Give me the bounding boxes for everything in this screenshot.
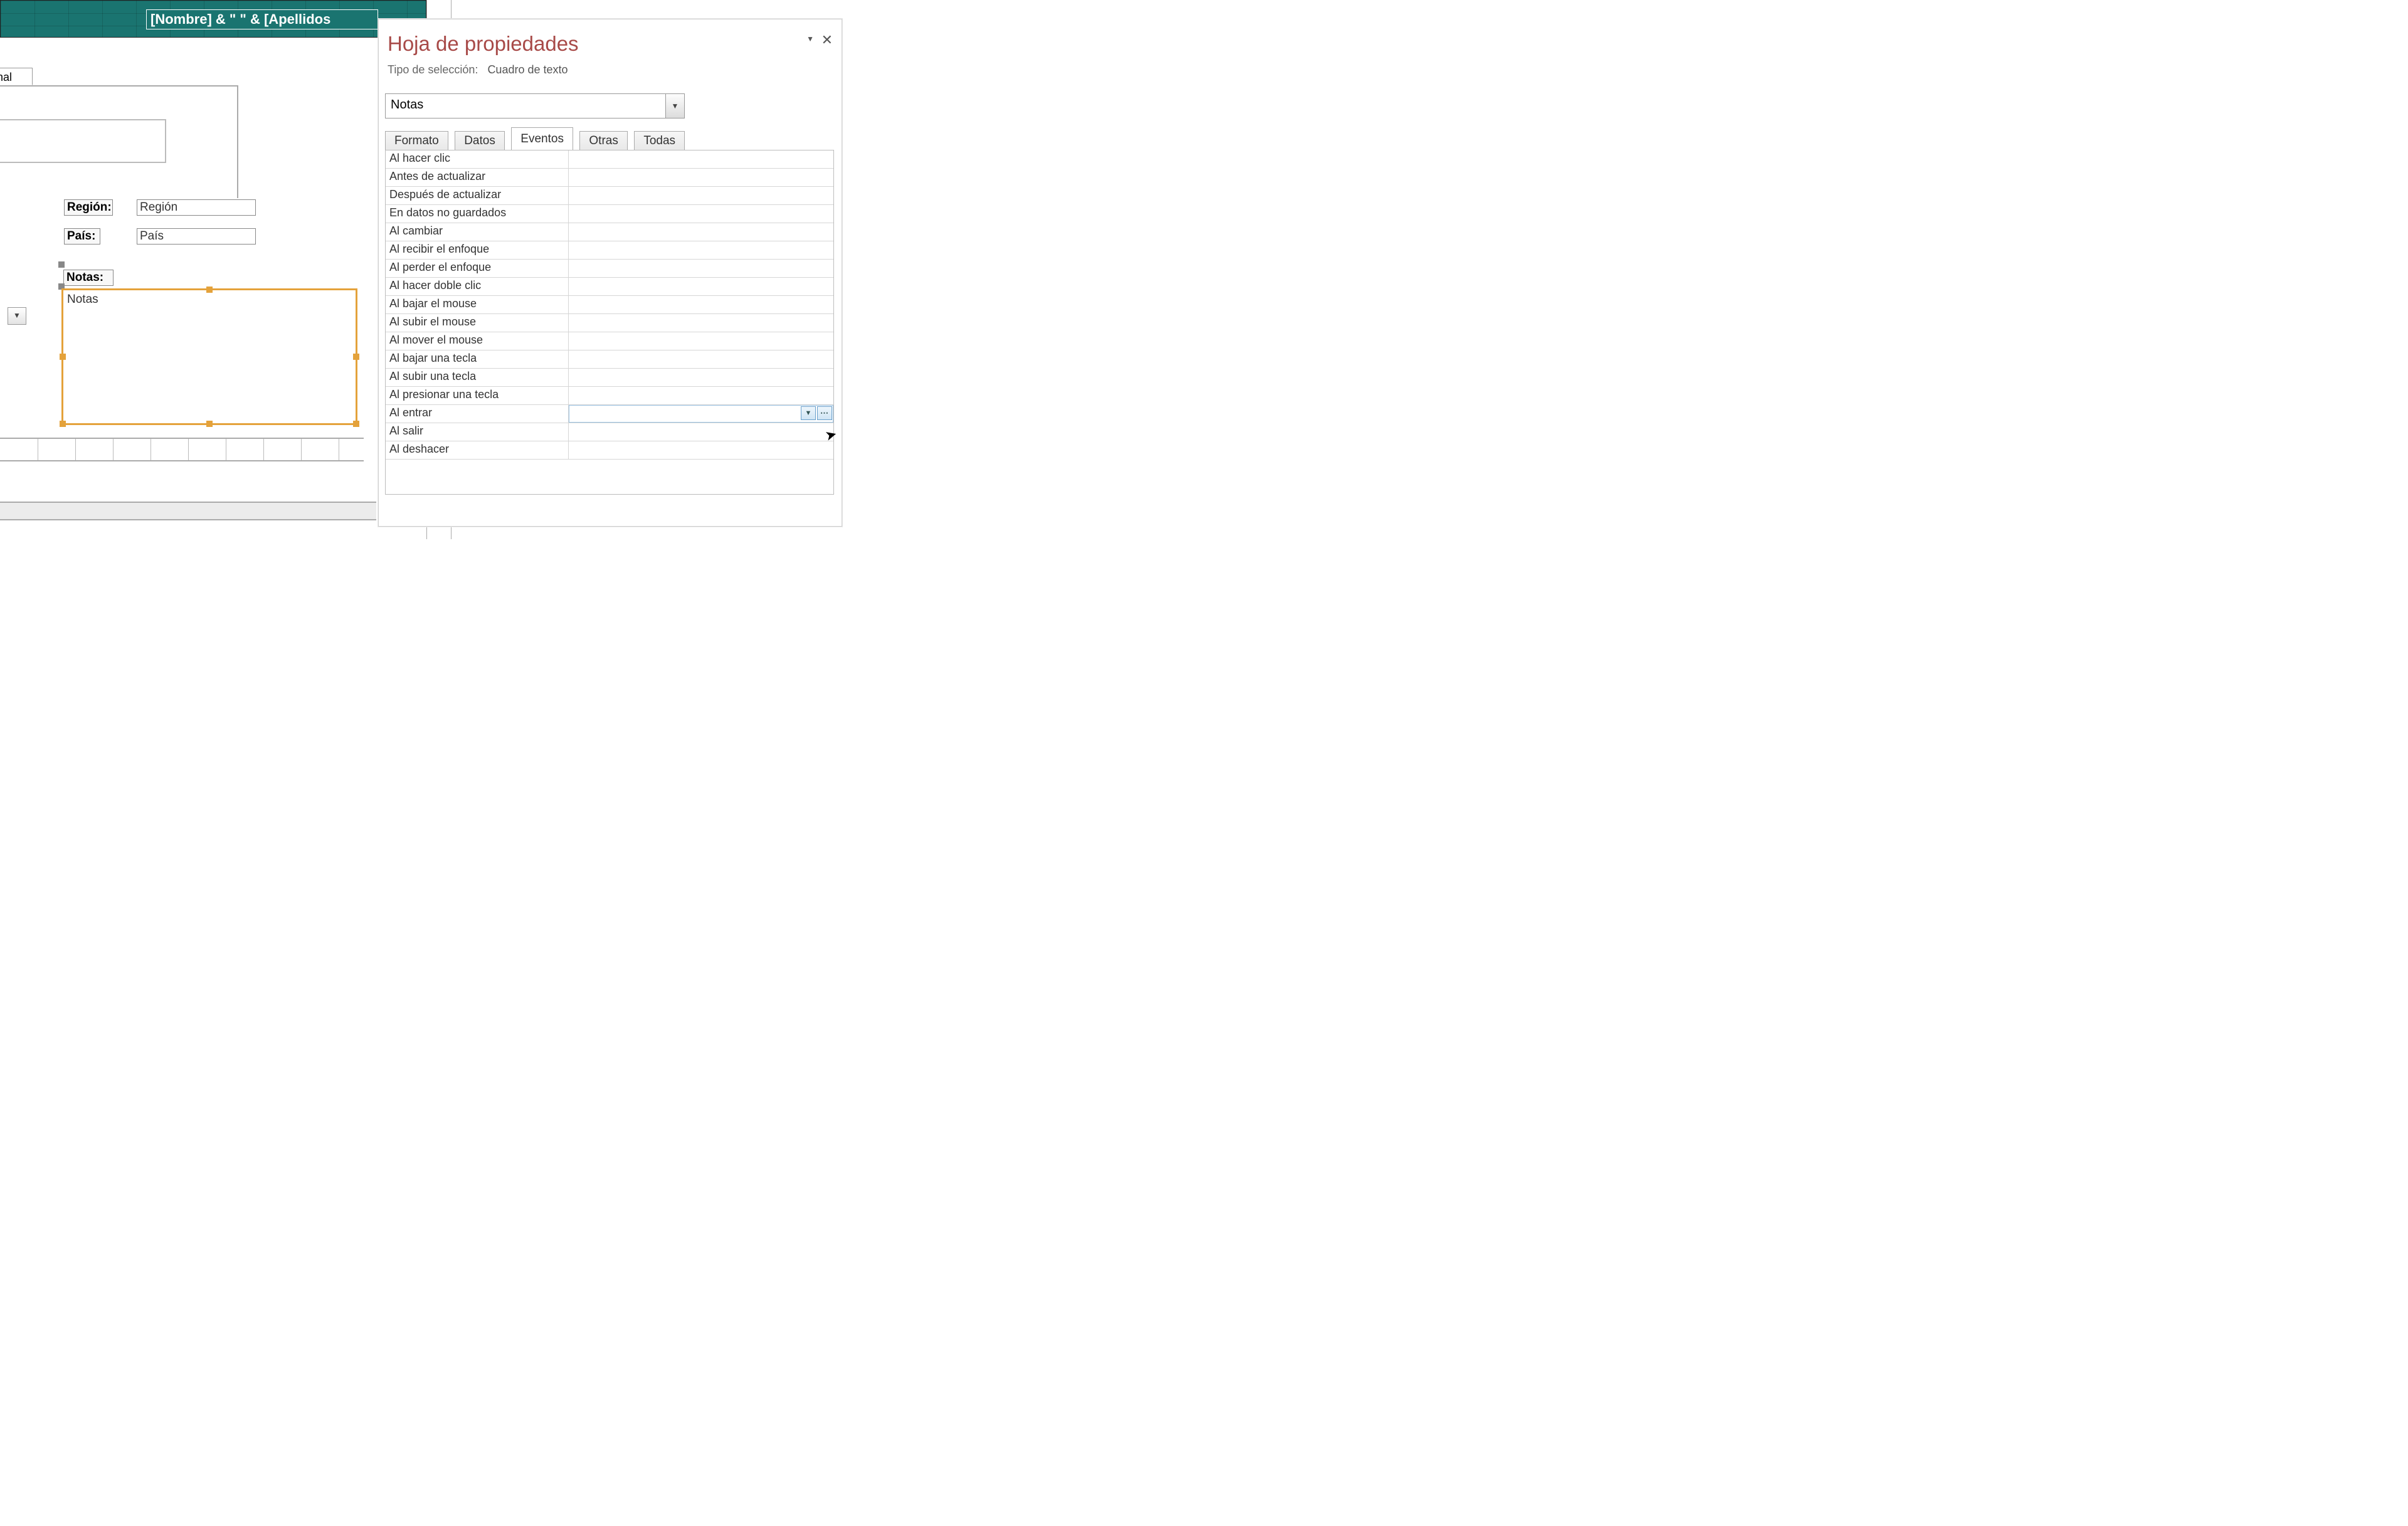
form-footer-section-bar[interactable] xyxy=(0,502,376,520)
events-property-grid[interactable]: Al hacer clicAntes de actualizarDespués … xyxy=(385,150,834,495)
tab-datos[interactable]: Datos xyxy=(455,131,505,152)
resize-handle-bl[interactable] xyxy=(60,421,66,427)
event-row[interactable]: Al cambiar xyxy=(386,223,833,241)
event-name-cell: Al hacer clic xyxy=(386,150,569,168)
event-value-cell[interactable] xyxy=(569,223,833,241)
event-name-cell: Al bajar una tecla xyxy=(386,350,569,368)
combobox-dropdown-button[interactable]: ▼ xyxy=(8,307,26,325)
event-row[interactable]: Al bajar una tecla xyxy=(386,350,833,369)
tab-fragment[interactable]: nal xyxy=(0,68,33,85)
tab-todas[interactable]: Todas xyxy=(634,131,685,152)
event-name-cell: Al bajar el mouse xyxy=(386,296,569,313)
event-name-cell: Al deshacer xyxy=(386,441,569,459)
selection-handle[interactable] xyxy=(58,261,65,268)
textbox-control[interactable] xyxy=(0,119,166,163)
event-name-cell: Al perder el enfoque xyxy=(386,260,569,277)
notas-bound-field: Notas xyxy=(67,293,98,307)
event-name-cell: Después de actualizar xyxy=(386,187,569,204)
selection-type-value: Cuadro de texto xyxy=(487,63,568,76)
selection-type-prefix: Tipo de selección: xyxy=(388,63,478,76)
resize-handle-top[interactable] xyxy=(206,287,213,293)
pane-close-icon[interactable]: ✕ xyxy=(821,32,833,48)
event-value-cell[interactable] xyxy=(569,296,833,313)
event-row[interactable]: Al mover el mouse xyxy=(386,332,833,350)
event-value-cell[interactable] xyxy=(569,441,833,459)
event-value-cell[interactable] xyxy=(569,314,833,332)
event-builder-button[interactable]: ⋯ xyxy=(817,406,832,420)
event-name-cell: Al subir una tecla xyxy=(386,369,569,386)
event-row[interactable]: Al subir una tecla xyxy=(386,369,833,387)
event-value-cell[interactable] xyxy=(569,278,833,295)
event-name-cell: Al cambiar xyxy=(386,223,569,241)
resize-handle-right[interactable] xyxy=(353,354,359,360)
event-name-cell: Al subir el mouse xyxy=(386,314,569,332)
pais-field[interactable]: País xyxy=(137,228,256,245)
region-field[interactable]: Región xyxy=(137,199,256,216)
event-row[interactable]: Antes de actualizar xyxy=(386,169,833,187)
event-row[interactable]: Al subir el mouse xyxy=(386,314,833,332)
event-row[interactable]: Al perder el enfoque xyxy=(386,260,833,278)
event-value-cell[interactable] xyxy=(569,241,833,259)
pane-options-chevron-icon[interactable]: ▼ xyxy=(806,34,814,43)
header-expression-textbox[interactable]: [Nombre] & " " & [Apellidos xyxy=(146,9,378,29)
tab-eventos[interactable]: Eventos xyxy=(511,127,573,150)
event-row[interactable]: En datos no guardados xyxy=(386,205,833,223)
form-footer-area xyxy=(0,527,376,564)
event-row[interactable]: Al deshacer xyxy=(386,441,833,460)
object-selector-value: Notas xyxy=(391,98,423,112)
event-name-cell: Al mover el mouse xyxy=(386,332,569,350)
event-name-cell: Al presionar una tecla xyxy=(386,387,569,404)
event-value-cell[interactable] xyxy=(569,205,833,223)
event-value-cell[interactable] xyxy=(569,150,833,168)
resize-handle-bottom[interactable] xyxy=(206,421,213,427)
event-value-cell[interactable] xyxy=(569,187,833,204)
event-row[interactable]: Después de actualizar xyxy=(386,187,833,205)
event-row[interactable]: Al salir xyxy=(386,423,833,441)
event-value-cell[interactable] xyxy=(569,260,833,277)
tab-formato[interactable]: Formato xyxy=(385,131,448,152)
event-value-cell[interactable] xyxy=(569,332,833,350)
event-name-cell: Al recibir el enfoque xyxy=(386,241,569,259)
event-value-cell[interactable] xyxy=(569,169,833,186)
event-value-cell[interactable] xyxy=(569,387,833,404)
resize-handle-br[interactable] xyxy=(353,421,359,427)
tab-otras[interactable]: Otras xyxy=(579,131,627,152)
event-row[interactable]: Al hacer doble clic xyxy=(386,278,833,296)
property-sheet-title: Hoja de propiedades xyxy=(388,32,579,56)
event-row[interactable]: Al presionar una tecla xyxy=(386,387,833,405)
event-row[interactable]: Al bajar el mouse xyxy=(386,296,833,314)
event-value-cell[interactable] xyxy=(569,423,833,441)
region-label: Región: xyxy=(64,199,113,216)
event-row[interactable]: Al recibir el enfoque xyxy=(386,241,833,260)
event-value-dropdown-icon[interactable]: ▼ xyxy=(801,406,816,420)
object-selector-chevron-icon[interactable]: ▼ xyxy=(665,94,684,118)
event-name-cell: En datos no guardados xyxy=(386,205,569,223)
object-selector-combobox[interactable]: Notas ▼ xyxy=(385,93,685,118)
event-name-cell: Al salir xyxy=(386,423,569,441)
resize-handle-left[interactable] xyxy=(60,354,66,360)
notas-label: Notas: xyxy=(63,270,114,286)
property-sheet-pane: Hoja de propiedades ▼ ✕ Tipo de selecció… xyxy=(378,19,842,527)
event-value-cell[interactable] xyxy=(569,369,833,386)
horizontal-ruler-fragment xyxy=(0,438,364,461)
event-value-cell[interactable]: ▼⋯ xyxy=(569,405,833,423)
notas-textbox-selected[interactable]: Notas xyxy=(61,288,357,425)
form-detail-section: nal Región: Región País: País ▼ Notas: N… xyxy=(0,38,420,539)
event-value-cell[interactable] xyxy=(569,350,833,368)
pais-label: País: xyxy=(64,228,100,245)
selection-type-line: Tipo de selección: Cuadro de texto xyxy=(388,63,568,76)
event-name-cell: Al entrar xyxy=(386,405,569,423)
property-tabs: Formato Datos Eventos Otras Todas xyxy=(385,127,689,150)
event-row[interactable]: Al hacer clic xyxy=(386,150,833,169)
event-name-cell: Antes de actualizar xyxy=(386,169,569,186)
form-header-section: [Nombre] & " " & [Apellidos xyxy=(0,0,426,38)
event-row[interactable]: Al entrar▼⋯ xyxy=(386,405,833,423)
event-name-cell: Al hacer doble clic xyxy=(386,278,569,295)
